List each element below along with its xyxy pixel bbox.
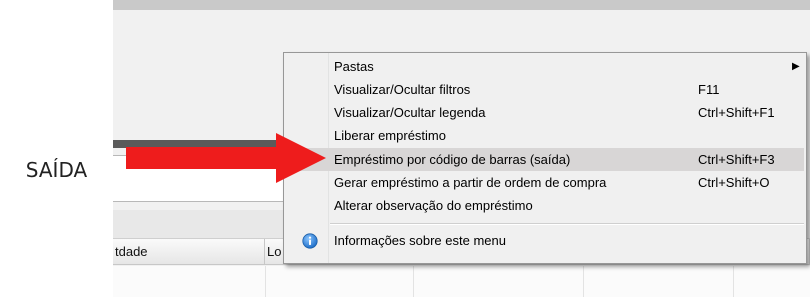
menu-item-pastas[interactable]: Pastas ▶ — [286, 55, 804, 78]
grid-divider — [733, 266, 734, 297]
menu-item-shortcut: Ctrl+Shift+F1 — [698, 105, 775, 120]
menu-item-label: Visualizar/Ocultar filtros — [334, 82, 471, 97]
menu-item-toggle-legend[interactable]: Visualizar/Ocultar legenda Ctrl+Shift+F1 — [286, 101, 804, 124]
grid-divider — [265, 266, 266, 297]
menu-item-menu-info[interactable]: Informações sobre este menu — [286, 229, 804, 252]
menu-item-label: Empréstimo por código de barras (saída) — [334, 152, 571, 167]
menu-item-change-loan-note[interactable]: Alterar observação do empréstimo — [286, 194, 804, 217]
grid-divider — [413, 266, 414, 297]
menu-item-label: Pastas — [334, 59, 374, 74]
menu-item-release-loan[interactable]: Liberar empréstimo — [286, 124, 804, 147]
menu-item-label: Visualizar/Ocultar legenda — [334, 105, 486, 120]
menu-item-barcode-loan[interactable]: Empréstimo por código de barras (saída) … — [286, 148, 804, 171]
grid-divider — [583, 266, 584, 297]
menu-item-shortcut: F11 — [698, 82, 720, 97]
menu-item-label: Gerar empréstimo a partir de ordem de co… — [334, 175, 607, 190]
red-arrow-annotation — [126, 133, 326, 183]
saida-annotation-label: SAÍDA — [25, 158, 88, 182]
menu-item-loan-from-purchase-order[interactable]: Gerar empréstimo a partir de ordem de co… — [286, 171, 804, 194]
menu-item-shortcut: Ctrl+Shift+O — [698, 175, 770, 190]
submenu-arrow-icon: ▶ — [792, 61, 800, 72]
column-header-quantidade[interactable]: tdade — [113, 239, 265, 265]
left-annotation-area — [0, 0, 113, 297]
menu-item-label: Alterar observação do empréstimo — [334, 198, 533, 213]
menu-item-shortcut: Ctrl+Shift+F3 — [698, 152, 775, 167]
menu-item-label: Informações sobre este menu — [334, 233, 506, 248]
grid-body — [113, 266, 810, 297]
info-icon — [302, 233, 318, 249]
menu-item-toggle-filters[interactable]: Visualizar/Ocultar filtros F11 — [286, 78, 804, 101]
menu-separator — [330, 223, 804, 225]
menu-item-label: Liberar empréstimo — [334, 128, 446, 143]
context-menu: Pastas ▶ Visualizar/Ocultar filtros F11 … — [283, 52, 807, 264]
